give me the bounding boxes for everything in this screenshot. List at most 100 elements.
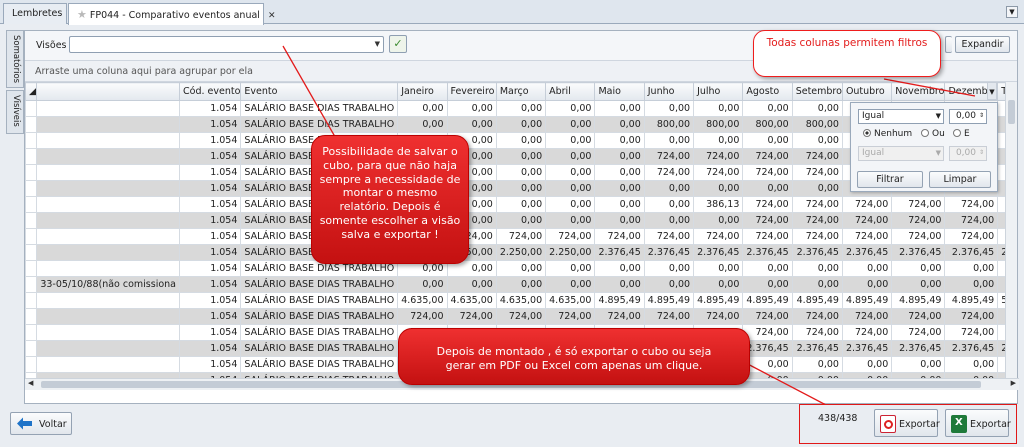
tab-strip: Lembretes ★ FP044 - Comparativo eventos a… — [0, 0, 1024, 25]
row-header[interactable] — [25, 244, 38, 261]
callout-save-cube: Possibilidade de salvar o cubo, para que… — [311, 135, 469, 264]
tab-lembretes[interactable]: Lembretes — [3, 3, 67, 24]
table-row[interactable]: 1.054SALÁRIO BASE DIAS TRABALHO2.250,002… — [25, 244, 1005, 261]
value-cell: 4.635,00 — [397, 292, 448, 309]
checkmark-icon: ✓ — [393, 37, 403, 50]
table-row[interactable]: 1.054SALÁRIO BASE DIAS TRABALHO0,000,000… — [25, 260, 1005, 277]
value-cell: 724,00 — [594, 308, 645, 325]
value-cell: 0,00 — [841, 276, 893, 293]
radio-or[interactable]: Ou — [921, 129, 945, 139]
radio-and[interactable]: E — [953, 129, 970, 139]
column-header[interactable]: Cód. evento — [178, 82, 242, 101]
star-icon[interactable]: ★ — [77, 8, 87, 21]
scroll-right-icon[interactable]: ▶ — [1011, 379, 1016, 387]
value-cell: 724,00 — [742, 148, 793, 165]
row-header[interactable] — [25, 100, 38, 117]
row-header[interactable] — [25, 260, 38, 277]
column-header[interactable]: Junho — [643, 82, 695, 101]
table-row[interactable]: 1.054SALÁRIO BASE DIAS TRABALHO0,000,000… — [25, 196, 1005, 213]
filter-clear-button[interactable]: Limpar — [929, 171, 991, 188]
filter-apply-button[interactable]: Filtrar — [857, 171, 923, 188]
value-cell: 0,00 — [891, 356, 946, 373]
column-header[interactable]: Março — [495, 82, 547, 101]
row-header[interactable] — [25, 292, 38, 309]
value-cell: 724,00 — [693, 164, 744, 181]
value-cell: 0,00 — [594, 196, 645, 213]
event-code-cell: 1.054 — [178, 116, 242, 133]
value-cell: 0,00 — [693, 180, 744, 197]
back-button[interactable]: Voltar — [10, 412, 72, 435]
radio-none[interactable]: Nenhum — [863, 129, 912, 139]
row-header[interactable] — [25, 276, 38, 293]
bottom-bar: Voltar 438/438 Exportar X Exportar — [0, 404, 1024, 447]
visoes-select[interactable]: ▼ — [69, 36, 384, 53]
column-header[interactable]: Outubro — [841, 82, 893, 101]
export-excel-button[interactable]: X Exportar — [945, 409, 1011, 437]
value-cell: 4.895,49 — [594, 292, 645, 309]
group-cell — [36, 340, 180, 357]
column-header[interactable]: Novembro — [891, 82, 946, 101]
column-filter-dropdown-icon[interactable]: ▼ — [987, 82, 997, 100]
column-header[interactable]: Total — [997, 82, 1005, 101]
column-header[interactable]: Maio — [594, 82, 645, 101]
group-column-header[interactable] — [36, 82, 180, 101]
filter-operator-select[interactable]: Igual ▼ — [858, 109, 944, 124]
row-header[interactable] — [25, 180, 38, 197]
row-header[interactable] — [25, 228, 38, 245]
value-cell: 724,00 — [944, 196, 999, 213]
vertical-scrollbar[interactable] — [1005, 82, 1017, 378]
value-cell: 0,00 — [841, 260, 893, 277]
value-cell: 724,00 — [791, 212, 843, 229]
row-header[interactable] — [25, 356, 38, 373]
filter-operator2-select[interactable]: Igual ▼ — [858, 146, 944, 161]
table-row[interactable]: 1.054SALÁRIO BASE DIAS TRABALHO0,000,000… — [25, 212, 1005, 229]
value-cell: 28.011,60 — [997, 244, 1005, 261]
export-pdf-button[interactable]: Exportar — [874, 409, 940, 437]
value-cell: 0,00 — [693, 276, 744, 293]
table-row[interactable]: 1.054SALÁRIO BASE DIAS TRABALHO724,00724… — [25, 308, 1005, 325]
column-header[interactable]: Evento — [240, 82, 399, 101]
filter-value2-input[interactable]: 0,00 ⇕ — [949, 146, 987, 161]
value-cell: 0,00 — [791, 180, 843, 197]
collapse-button[interactable] — [945, 36, 952, 53]
expand-button[interactable]: Expandir — [955, 36, 1010, 53]
value-cell: 0,00 — [495, 260, 547, 277]
value-cell: 724,00 — [791, 196, 843, 213]
value-cell: 724,00 — [643, 148, 695, 165]
row-header[interactable] — [25, 212, 38, 229]
column-header[interactable]: Agosto — [742, 82, 793, 101]
value-cell: 4.895,49 — [891, 292, 946, 309]
tab-fp044[interactable]: ★ FP044 - Comparativo eventos anual ✕ — [68, 3, 275, 25]
row-header[interactable] — [25, 116, 38, 133]
column-header[interactable]: Setembro — [791, 82, 843, 101]
row-header[interactable] — [25, 340, 38, 357]
filter-value-input[interactable]: 0,00 ⇕ — [949, 109, 987, 124]
group-cell — [36, 100, 180, 117]
row-header[interactable] — [25, 132, 38, 149]
column-header[interactable]: Fevereiro — [446, 82, 497, 101]
value-cell: 724,00 — [545, 308, 596, 325]
event-name-cell: SALÁRIO BASE DIAS TRABALHO — [240, 340, 399, 357]
event-code-cell: 1.054 — [178, 244, 242, 261]
column-header[interactable]: Julho — [693, 82, 744, 101]
tab-menu-dropdown-icon[interactable]: ▼ — [1006, 6, 1018, 18]
value-cell: 724,00 — [944, 212, 999, 229]
side-tab-visiveis[interactable]: Visíveis — [6, 90, 24, 134]
table-row[interactable]: 33-05/10/88(não comissiona 1.054 SALÁRIO B… — [25, 276, 1005, 293]
close-icon[interactable]: ✕ — [268, 11, 276, 21]
value-cell: 0,00 — [791, 276, 843, 293]
table-row[interactable]: 1.054 SALÁRIO BASE DIAS TRABALHO 4.635,00 4… — [25, 292, 1005, 309]
save-view-button[interactable]: ✓ — [389, 35, 407, 53]
row-header[interactable] — [25, 324, 38, 341]
scroll-thumb[interactable] — [1008, 100, 1015, 124]
column-header[interactable]: Janeiro — [397, 82, 448, 101]
side-tab-somatorios[interactable]: Somatórios — [6, 30, 24, 88]
row-header[interactable] — [25, 196, 38, 213]
table-row[interactable]: 1.054SALÁRIO BASE DIAS TRABALHO724,00724… — [25, 228, 1005, 245]
value-cell: 0,00 — [791, 356, 843, 373]
column-header[interactable]: Abril — [545, 82, 596, 101]
scroll-left-icon[interactable]: ◀ — [28, 379, 33, 387]
row-header[interactable] — [25, 148, 38, 165]
row-header[interactable] — [25, 308, 38, 325]
row-header[interactable] — [25, 164, 38, 181]
